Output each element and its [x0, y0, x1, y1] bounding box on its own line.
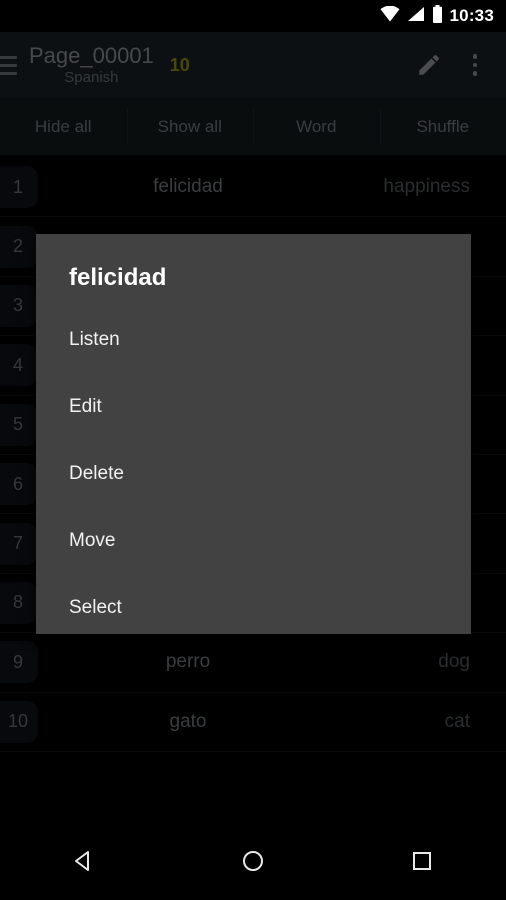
cell-signal-icon	[407, 6, 425, 27]
battery-icon	[432, 4, 443, 28]
status-bar-clock: 10:33	[449, 6, 494, 25]
dialog-item-list: Listen Edit Delete Move Select	[36, 306, 471, 641]
android-navigation-bar	[0, 822, 506, 900]
dialog-item-edit[interactable]: Edit	[36, 373, 471, 440]
home-circle-icon[interactable]	[213, 822, 293, 900]
status-bar: 10:33	[0, 0, 506, 32]
context-menu-dialog: felicidad Listen Edit Delete Move Select	[36, 234, 471, 634]
phone-screen: 10:33 Page_00001 Spanish 10 Hide all Sho…	[0, 0, 506, 900]
recents-square-icon[interactable]	[382, 822, 462, 900]
back-triangle-icon[interactable]	[44, 822, 124, 900]
dialog-item-delete[interactable]: Delete	[36, 440, 471, 507]
dialog-item-listen[interactable]: Listen	[36, 306, 471, 373]
wifi-icon	[380, 5, 400, 27]
dialog-title: felicidad	[69, 264, 167, 291]
dialog-item-move[interactable]: Move	[36, 507, 471, 574]
dialog-item-select[interactable]: Select	[36, 574, 471, 641]
